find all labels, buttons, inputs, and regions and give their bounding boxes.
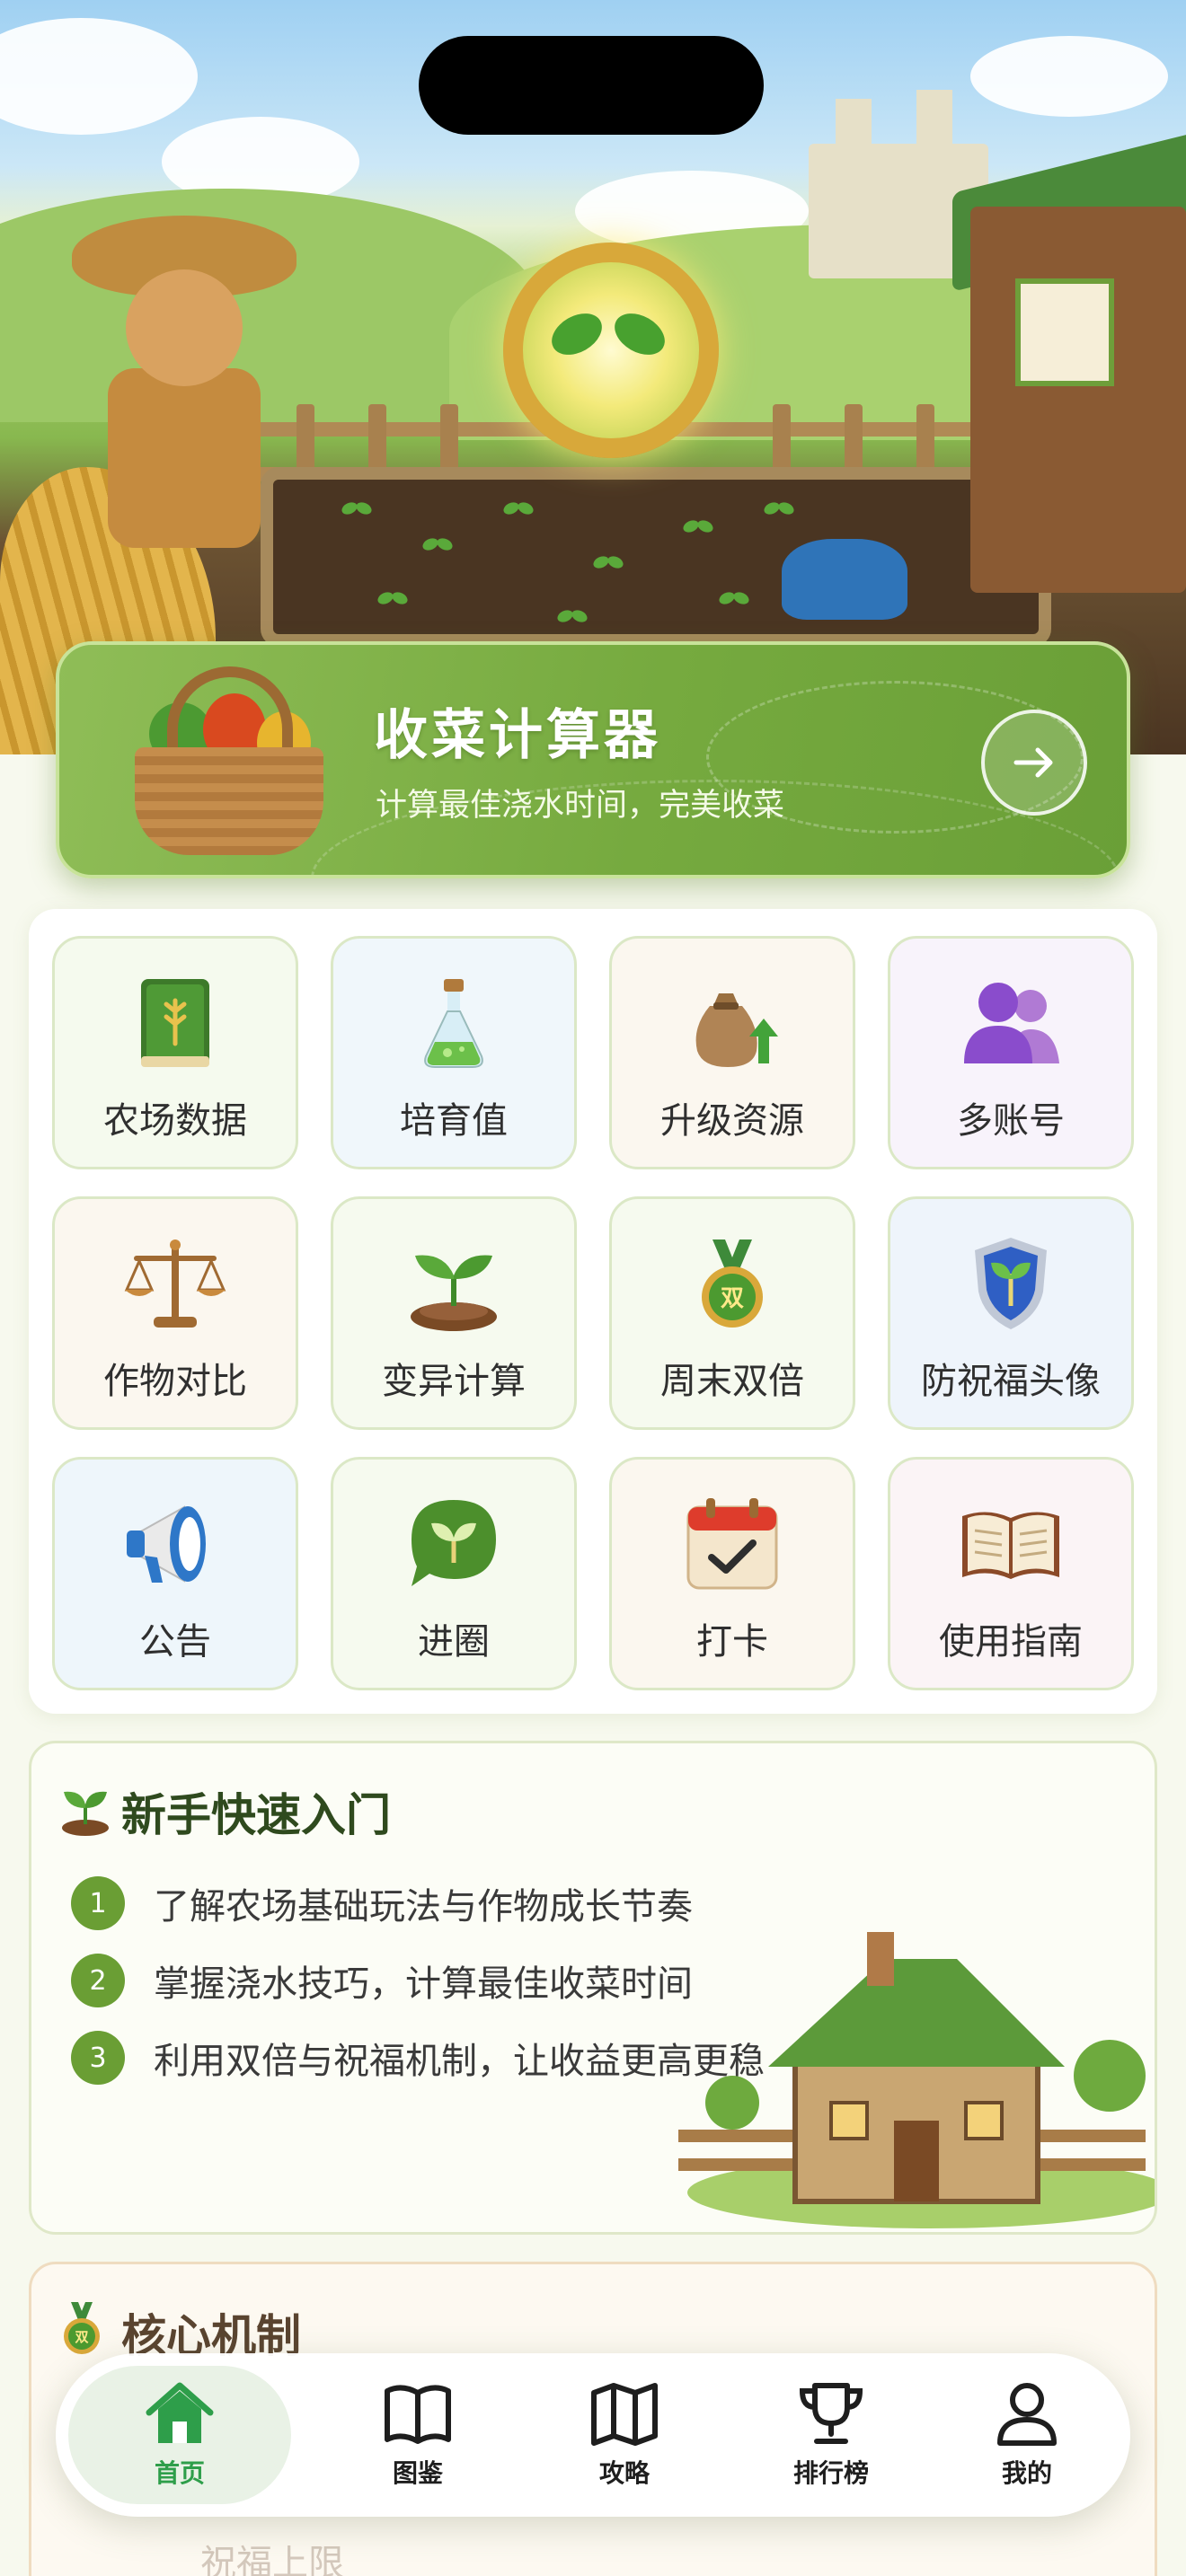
grid-item-label: 培育值	[400, 1100, 508, 1142]
grid-item-label: 进圈	[418, 1621, 490, 1663]
trophy-icon	[795, 2380, 867, 2447]
sprout-icon	[62, 1791, 109, 1836]
tab-leaderboard[interactable]: 排行榜	[728, 2353, 934, 2517]
potion-flask-icon	[400, 969, 508, 1077]
grid-item-label: 升级资源	[660, 1100, 804, 1142]
grid-item-cultivation[interactable]: 培育值	[331, 936, 577, 1169]
cottage-illustration	[678, 1932, 1155, 2228]
double-medal-icon: 双	[678, 1230, 786, 1337]
open-book-icon	[957, 1490, 1065, 1598]
svg-text:双: 双	[721, 1285, 744, 1312]
tab-label: 攻略	[598, 2458, 650, 2488]
arrow-right-icon	[1013, 747, 1053, 778]
tab-home[interactable]: 首页	[56, 2353, 304, 2517]
grid-item-weekend-double[interactable]: 双 周末双倍	[609, 1196, 855, 1430]
shield-leaf-icon	[957, 1230, 1065, 1337]
step-text: 了解农场基础玩法与作物成长节奏	[154, 1886, 693, 1928]
grid-item-join-group[interactable]: 进圈	[331, 1457, 577, 1690]
grid-item-label: 防祝福头像	[921, 1361, 1101, 1402]
calendar-check-icon	[678, 1490, 786, 1598]
grid-item-label: 农场数据	[103, 1100, 247, 1142]
sprout-medal-icon	[503, 243, 719, 458]
feature-grid: 农场数据 培育值 升级资源 多账号 作物对比 变异计算 双 周末双倍 防祝福头像…	[29, 909, 1157, 1714]
tab-label: 首页	[154, 2458, 205, 2488]
sprout-soil-icon	[400, 1230, 508, 1337]
grid-item-check-in[interactable]: 打卡	[609, 1457, 855, 1690]
calculator-subtitle: 计算最佳浇水时间，完美收菜	[376, 788, 785, 824]
list-item: 2 掌握浇水技巧，计算最佳收菜时间	[71, 1954, 693, 2007]
grid-item-crop-compare[interactable]: 作物对比	[52, 1196, 298, 1430]
step-number: 3	[71, 2031, 125, 2085]
user-icon	[991, 2380, 1063, 2447]
grid-item-label: 多账号	[957, 1100, 1065, 1142]
tab-profile[interactable]: 我的	[924, 2353, 1130, 2517]
watering-can	[782, 539, 907, 620]
grid-item-anti-bless-avatar[interactable]: 防祝福头像	[888, 1196, 1134, 1430]
grid-item-label: 作物对比	[103, 1361, 247, 1402]
arrow-right-button[interactable]	[981, 710, 1087, 816]
grid-item-label: 变异计算	[382, 1361, 526, 1402]
tab-label: 图鉴	[392, 2458, 443, 2488]
tab-label: 排行榜	[792, 2458, 869, 2488]
bottom-tab-bar: 首页 图鉴 攻略 排行榜 我的	[56, 2353, 1130, 2517]
grid-item-label: 使用指南	[939, 1621, 1083, 1663]
grid-item-announcement[interactable]: 公告	[52, 1457, 298, 1690]
money-bag-up-icon	[678, 969, 786, 1077]
megaphone-icon	[121, 1490, 229, 1598]
step-text: 掌握浇水技巧，计算最佳收菜时间	[154, 1963, 693, 2005]
step-number: 1	[71, 1876, 125, 1930]
grid-item-farm-data[interactable]: 农场数据	[52, 936, 298, 1169]
grid-item-label: 打卡	[696, 1621, 768, 1663]
scarecrow	[126, 269, 243, 386]
grid-item-upgrade-resources[interactable]: 升级资源	[609, 936, 855, 1169]
chat-leaf-icon	[400, 1490, 508, 1598]
grid-item-mutation-calc[interactable]: 变异计算	[331, 1196, 577, 1430]
tab-collection[interactable]: 图鉴	[314, 2353, 521, 2517]
users-icon	[957, 969, 1065, 1077]
farm-book-icon	[121, 969, 229, 1077]
book-icon	[382, 2380, 454, 2447]
calculator-title: 收菜计算器	[374, 704, 661, 767]
step-number: 2	[71, 1954, 125, 2007]
vegetable-basket-icon	[122, 666, 329, 864]
quick-start-card: 新手快速入门 1 了解农场基础玩法与作物成长节奏 2 掌握浇水技巧，计算最佳收菜…	[29, 1741, 1157, 2235]
double-medal-icon: 双	[64, 2302, 100, 2354]
map-icon	[589, 2380, 660, 2447]
list-item: 祝福上限	[200, 2543, 344, 2576]
svg-text:双: 双	[75, 2329, 88, 2345]
dynamic-island	[419, 36, 764, 135]
grid-item-label: 公告	[139, 1621, 211, 1663]
quick-start-title: 新手快速入门	[121, 1789, 391, 1841]
balance-scale-icon	[121, 1230, 229, 1337]
harvest-calculator-card[interactable]: 收菜计算器 计算最佳浇水时间，完美收菜	[56, 641, 1130, 878]
tab-strategy[interactable]: 攻略	[521, 2353, 728, 2517]
list-item: 1 了解农场基础玩法与作物成长节奏	[71, 1876, 693, 1930]
tab-label: 我的	[1001, 2458, 1052, 2488]
grid-item-label: 周末双倍	[660, 1361, 804, 1402]
home-icon	[144, 2380, 216, 2447]
grid-item-multi-account[interactable]: 多账号	[888, 936, 1134, 1169]
grid-item-user-guide[interactable]: 使用指南	[888, 1457, 1134, 1690]
